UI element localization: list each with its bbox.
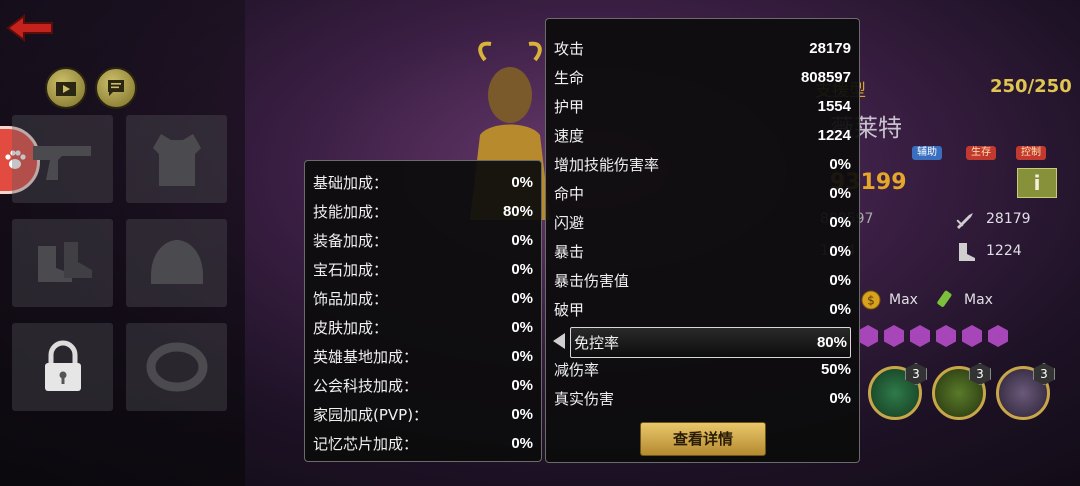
- skill-3[interactable]: 3: [996, 363, 1055, 420]
- helmet-slot[interactable]: [126, 219, 227, 307]
- pointer-arrow-icon: [553, 333, 565, 349]
- stat-row[interactable]: 增加技能伤害率 0%: [554, 150, 851, 179]
- stat-row[interactable]: 命中 0%: [554, 179, 851, 208]
- locked-slot[interactable]: [12, 323, 113, 411]
- bonus-row: 宝石加成： 0%: [313, 261, 533, 279]
- star-gem: [962, 325, 982, 347]
- attack-stat: 28179: [986, 211, 1031, 227]
- bonus-row: 公会科技加成： 0%: [313, 377, 533, 395]
- star-gem: [988, 325, 1008, 347]
- boot-speed-icon: [959, 243, 975, 261]
- skill-level-badge: 3: [969, 363, 991, 385]
- bonus-row: 皮肤加成： 0%: [313, 319, 533, 337]
- lock-icon: [44, 340, 81, 391]
- tag-support: 辅助: [912, 146, 942, 160]
- bonus-row: 记忆芯片加成： 0%: [313, 435, 533, 453]
- sword-icon: [956, 213, 973, 229]
- hero-level: 250/250: [990, 76, 1072, 97]
- skill-level-badge: 3: [1033, 363, 1055, 385]
- view-details-button[interactable]: 查看详情: [640, 422, 766, 456]
- skill-2[interactable]: 3: [932, 363, 991, 420]
- equipment-panel: [0, 0, 245, 486]
- stat-row[interactable]: 真实伤害 0%: [554, 384, 851, 413]
- stat-row[interactable]: 暴击伤害值 0%: [554, 266, 851, 295]
- bonus-row: 装备加成： 0%: [313, 232, 533, 250]
- armor-slot[interactable]: [126, 115, 227, 203]
- star-gem: [884, 325, 904, 347]
- boots-icon: [37, 242, 92, 282]
- info-button[interactable]: i: [1017, 168, 1057, 198]
- star-gem: [858, 325, 878, 347]
- tag-control: 控制: [1016, 146, 1046, 160]
- star-gem: [910, 325, 930, 347]
- boots-slot[interactable]: [12, 219, 113, 307]
- chat-button[interactable]: [95, 67, 137, 109]
- stat-row[interactable]: 减伤率 50%: [554, 355, 851, 384]
- material-icon: [937, 290, 952, 307]
- ring-icon: [146, 342, 207, 392]
- video-icon: [56, 82, 76, 96]
- pistol-icon: [32, 146, 91, 180]
- material-max-label: Max: [964, 292, 993, 308]
- chat-icon: [108, 80, 124, 96]
- bonus-row: 技能加成： 80%: [313, 203, 533, 221]
- stat-row[interactable]: 闪避 0%: [554, 208, 851, 237]
- stat-row-selected[interactable]: 免控率 80%: [570, 327, 851, 358]
- coin-icon: $: [861, 290, 881, 310]
- stat-row[interactable]: 破甲 0%: [554, 295, 851, 324]
- bonus-row: 饰品加成： 0%: [313, 290, 533, 308]
- bonus-row: 基础加成： 0%: [313, 174, 533, 192]
- stat-row[interactable]: 生命 808597: [554, 63, 851, 92]
- tag-survival: 生存: [966, 146, 996, 160]
- bonus-breakdown-popup: 基础加成： 0% 技能加成： 80% 装备加成： 0% 宝石加成： 0% 饰品加成： 0%…: [304, 160, 542, 462]
- skill-level-badge: 3: [905, 363, 927, 385]
- coin-max-label: Max: [889, 292, 918, 308]
- helmet-icon: [150, 240, 203, 284]
- skill-1[interactable]: 3: [868, 363, 927, 420]
- back-arrow-icon[interactable]: [6, 14, 54, 42]
- attribute-popup: 攻击 28179 生命 808597 护甲 1554 速度 1224 增加技能伤害率 0%…: [545, 18, 860, 463]
- stat-row[interactable]: 护甲 1554: [554, 92, 851, 121]
- stat-row[interactable]: 攻击 28179: [554, 34, 851, 63]
- stat-row[interactable]: 速度 1224: [554, 121, 851, 150]
- svg-text:$: $: [867, 294, 875, 308]
- video-button[interactable]: [45, 67, 87, 109]
- bonus-row: 英雄基地加成： 0%: [313, 348, 533, 366]
- bonus-row: 家园加成(PVP)： 0%: [313, 406, 533, 424]
- weapon-slot[interactable]: [12, 115, 113, 203]
- star-gem: [936, 325, 956, 347]
- speed-stat: 1224: [986, 243, 1022, 259]
- ring-slot[interactable]: [126, 323, 227, 411]
- vest-icon: [152, 134, 201, 186]
- stat-row[interactable]: 暴击 0%: [554, 237, 851, 266]
